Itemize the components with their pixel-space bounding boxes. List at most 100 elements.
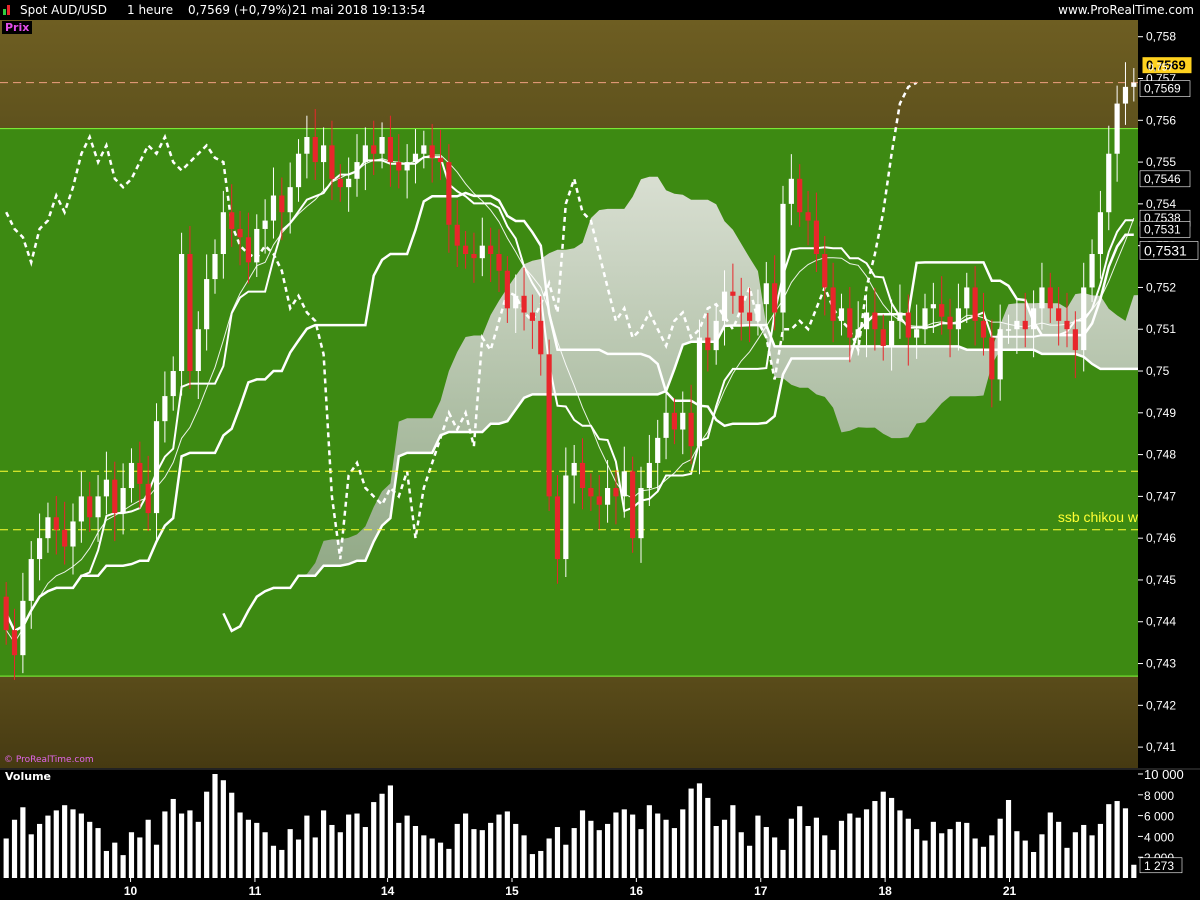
candle-body (596, 496, 602, 505)
candle-body (471, 254, 477, 259)
volume-bar (688, 788, 694, 878)
price-tick-label: 0,752 (1146, 280, 1176, 294)
candle-body (153, 421, 160, 514)
volume-bar (980, 846, 987, 878)
volume-bar (855, 817, 861, 878)
volume-bar (1131, 864, 1137, 878)
volume-bar (1005, 800, 1012, 878)
candle-body (705, 337, 711, 351)
volume-bar (788, 818, 794, 878)
candle-body (20, 600, 26, 656)
timeframe[interactable]: 1 heure (127, 0, 173, 20)
candle (546, 339, 552, 512)
candle-body (1072, 329, 1078, 351)
volume-bar (262, 832, 268, 878)
candle-body (922, 308, 928, 330)
volume-bar (1122, 808, 1129, 878)
candle-body (429, 145, 435, 158)
candle-body (780, 203, 786, 313)
volume-bar (187, 810, 193, 878)
candle-body (1081, 287, 1087, 351)
volume-bar (120, 855, 126, 878)
candle-body (262, 220, 268, 229)
candle-body (788, 178, 794, 204)
date-tick-label: 16 (630, 884, 644, 898)
candle-body (947, 316, 953, 330)
candle-body (621, 471, 627, 497)
candle-body (170, 371, 176, 397)
volume-bar (429, 838, 435, 878)
volume-bar (70, 809, 76, 878)
price-tick-label: 0,754 (1146, 197, 1176, 211)
candle-body (1114, 103, 1120, 154)
candle-body (721, 291, 728, 321)
volume-bar (270, 845, 277, 878)
candle-body (437, 157, 444, 163)
volume-bar (220, 780, 226, 878)
volume-bar (763, 827, 769, 878)
candle-body (655, 437, 661, 463)
price-chart[interactable]: 0,741 0,742 0,743 0,744 0,745 0,746 0,747 0,748… (0, 0, 1200, 900)
volume-bar (295, 839, 302, 878)
price-tick-label: 0,744 (1146, 615, 1176, 629)
volume-bar (696, 783, 703, 878)
volume-bar (797, 806, 803, 878)
price-tick-label: 0,746 (1146, 531, 1176, 545)
candle-body (78, 496, 84, 522)
candle-body (746, 312, 753, 321)
candle-body (1014, 320, 1020, 330)
volume-bar (87, 821, 93, 878)
candle-body (1097, 212, 1104, 255)
watermark: © ProRealTime.com (4, 755, 94, 765)
volume-bar (671, 828, 678, 878)
date-axis[interactable]: 10 11 14 15 16 17 18 21 (0, 878, 1200, 900)
candle-body (496, 254, 502, 271)
volume-bar (613, 812, 619, 878)
candle-body (220, 212, 226, 255)
volume-bar (1056, 821, 1062, 878)
timestamp: 21 mai 2018 19:13:54 (292, 3, 426, 17)
candle-body (513, 295, 519, 309)
volume-bar (437, 842, 444, 878)
candle-body (579, 462, 586, 489)
volume-bar (178, 813, 185, 878)
candle-body (646, 462, 652, 489)
volume-bar (813, 817, 820, 878)
volume-bar (254, 822, 260, 878)
candle-body (103, 479, 110, 497)
volume-bar (989, 835, 995, 878)
candle-body (1039, 287, 1045, 309)
candle-body (955, 308, 962, 330)
volume-bar (880, 791, 886, 878)
candle-body (838, 308, 845, 321)
volume-bar (3, 838, 9, 878)
volume-bar (128, 832, 135, 878)
candle-body (3, 596, 9, 631)
candle-body (1056, 308, 1062, 321)
candle-body (245, 237, 252, 263)
site-link[interactable]: www.ProRealTime.com (1058, 0, 1194, 20)
volume-bar (596, 830, 602, 878)
candle-body (346, 178, 352, 188)
volume-bar (229, 792, 235, 878)
candle-body (571, 462, 577, 476)
candle-body (187, 254, 193, 372)
volume-bar (496, 814, 502, 878)
candle-body (613, 488, 619, 497)
candle-body (696, 337, 703, 447)
candle-body (1122, 86, 1129, 104)
candle-body (396, 162, 402, 171)
candle-body (997, 329, 1003, 380)
candle-body (28, 559, 34, 601)
volume-bar (404, 815, 410, 878)
volume-bar (571, 828, 577, 878)
price-axis[interactable]: 0,741 0,742 0,743 0,744 0,745 0,746 0,747 0,748… (1138, 20, 1200, 768)
candle-body (847, 308, 853, 338)
candle-body (529, 312, 536, 321)
volume-bar (655, 813, 661, 878)
candle-body (1131, 82, 1137, 87)
candle-body (638, 488, 644, 539)
volume-bar (1106, 804, 1112, 878)
volume-bar (1089, 835, 1095, 878)
candle-body (671, 412, 678, 430)
